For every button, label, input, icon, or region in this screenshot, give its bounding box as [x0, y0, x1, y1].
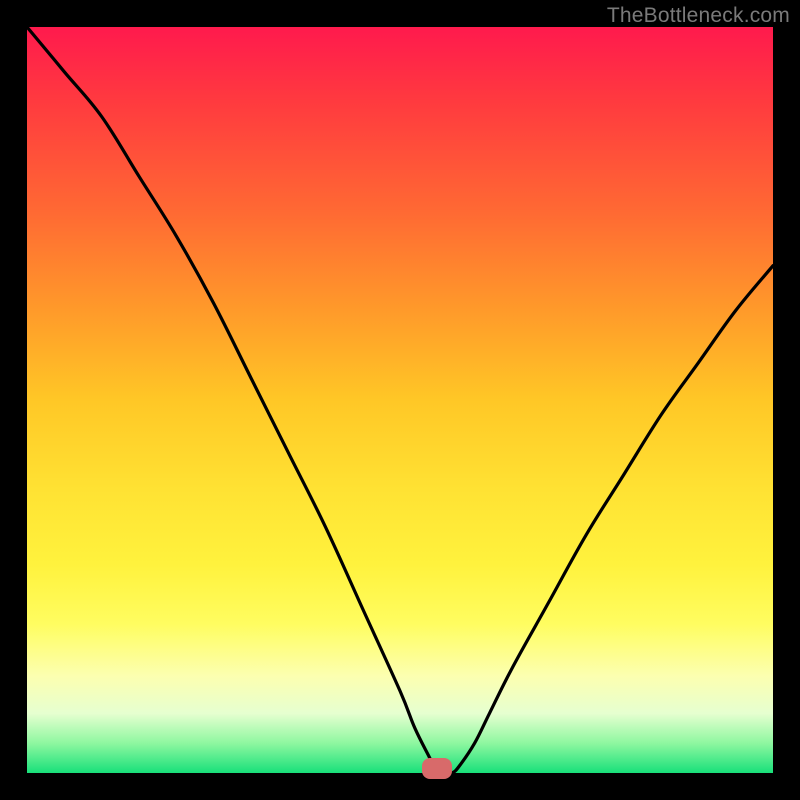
bottleneck-curve: [27, 27, 773, 773]
chart-frame: TheBottleneck.com: [0, 0, 800, 800]
watermark-text: TheBottleneck.com: [607, 4, 790, 28]
plot-area: [27, 27, 773, 773]
optimal-marker: [422, 758, 452, 779]
